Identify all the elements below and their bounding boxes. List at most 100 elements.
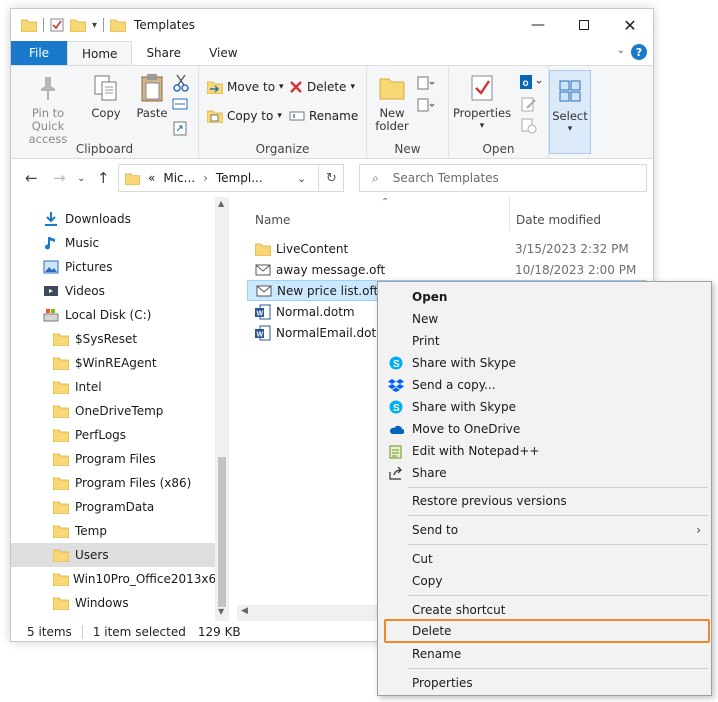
nav-item[interactable]: Music (11, 231, 215, 255)
menu-share-skype[interactable]: S Share with Skype (378, 352, 711, 374)
nav-item[interactable]: Downloads (11, 207, 215, 231)
back-button[interactable]: ← (25, 169, 38, 187)
nav-item[interactable]: Temp (11, 519, 215, 543)
nav-item[interactable]: ProgramData (11, 495, 215, 519)
nav-scrollbar-thumb[interactable] (218, 457, 226, 607)
menu-properties[interactable]: Properties (378, 672, 711, 694)
nav-item[interactable]: Users (11, 543, 215, 567)
menu-separator (408, 487, 708, 488)
new-item-icon[interactable] (417, 76, 435, 90)
minimize-button[interactable]: — (515, 9, 561, 41)
tab-file[interactable]: File (11, 41, 67, 65)
copy-to-button[interactable]: Copy to ▾ (207, 109, 282, 123)
select-label: Select (552, 109, 588, 123)
column-date-modified[interactable]: Date modified (516, 213, 601, 227)
chevron-down-icon: ▾ (279, 82, 284, 92)
paste-shortcut-icon[interactable] (173, 120, 187, 136)
file-row[interactable]: away message.oft 10/18/2023 2:00 PM (247, 259, 647, 280)
easy-access-icon[interactable] (417, 98, 435, 112)
menu-share[interactable]: Share (378, 462, 711, 484)
file-row[interactable]: LiveContent 3/15/2023 2:32 PM (247, 238, 647, 259)
nav-scrollbar[interactable]: ▲ ▼ (215, 197, 229, 621)
nav-item-label: Program Files (75, 452, 156, 466)
nav-item[interactable]: Program Files (x86) (11, 471, 215, 495)
scroll-down-icon[interactable]: ▼ (218, 607, 224, 616)
scroll-left-icon[interactable]: ◀ (241, 606, 248, 616)
nav-item[interactable]: Win10Pro_Office2013x64 (11, 567, 224, 591)
outlook-open-icon[interactable]: o (519, 74, 545, 90)
nav-item[interactable]: Videos (11, 279, 215, 303)
help-icon[interactable]: ? (631, 44, 647, 60)
cut-icon[interactable] (173, 74, 189, 92)
menu-copy[interactable]: Copy (378, 570, 711, 592)
nav-item[interactable]: Windows (11, 591, 215, 615)
tab-view[interactable]: View (195, 41, 251, 65)
nav-item[interactable]: Local Disk (C:) (11, 303, 215, 327)
search-box[interactable]: ⌕ Search Templates (359, 164, 647, 192)
menu-move-onedrive[interactable]: Move to OneDrive (378, 418, 711, 440)
menu-send-copy[interactable]: Send a copy... (378, 374, 711, 396)
nav-item[interactable]: PerfLogs (11, 423, 215, 447)
edit-icon[interactable] (521, 96, 537, 112)
address-bar[interactable]: « Mic... › Templ... ⌄ (118, 164, 344, 192)
nav-item[interactable]: Intel (11, 375, 215, 399)
rename-ribbon-button[interactable]: Rename (289, 109, 358, 123)
menu-print[interactable]: Print (378, 330, 711, 352)
menu-cut[interactable]: Cut (378, 548, 711, 570)
nav-item-label: Intel (75, 380, 102, 394)
folder-icon (53, 548, 71, 562)
nav-item[interactable]: Program Files (11, 447, 215, 471)
properties-button[interactable]: Properties ▾ (453, 72, 511, 133)
customize-qa-icon[interactable]: ▾ (92, 20, 97, 31)
paste-button[interactable]: Paste (131, 72, 173, 120)
breadcrumb-templ[interactable]: Templ... (216, 171, 263, 185)
organize-group: Move to ▾ Copy to ▾ Delete ▾ Rename Orga… (199, 66, 367, 158)
menu-edit-notepad[interactable]: Edit with Notepad++ (378, 440, 711, 462)
breadcrumb-overflow[interactable]: « (148, 171, 155, 185)
close-button[interactable]: ✕ (607, 9, 653, 41)
chevron-down-icon[interactable]: ⌄ (297, 172, 306, 185)
nav-item[interactable]: OneDriveTemp (11, 399, 215, 423)
menu-send-to[interactable]: Send to › (378, 519, 711, 541)
select-button[interactable]: Select ▾ (549, 70, 591, 154)
nav-item[interactable]: Pictures (11, 255, 215, 279)
properties-check-icon[interactable] (50, 18, 64, 32)
menu-print-label: Print (412, 334, 440, 348)
menu-separator (408, 595, 708, 596)
menu-separator (408, 544, 708, 545)
menu-share-skype-2[interactable]: S Share with Skype (378, 396, 711, 418)
new-folder-icon[interactable] (70, 18, 86, 32)
recent-locations-button[interactable]: ⌄ (77, 173, 85, 184)
nav-item[interactable]: $WinREAgent (11, 351, 215, 375)
menu-open[interactable]: Open (378, 286, 711, 308)
menu-create-shortcut[interactable]: Create shortcut (378, 599, 711, 621)
copy-path-icon[interactable] (172, 98, 188, 110)
copy-button[interactable]: Copy (85, 72, 127, 120)
menu-cut-label: Cut (412, 552, 433, 566)
menu-new[interactable]: New (378, 308, 711, 330)
nav-item[interactable]: $SysReset (11, 327, 215, 351)
menu-rename[interactable]: Rename (378, 643, 711, 665)
history-icon[interactable] (521, 118, 537, 134)
file-date: 10/18/2023 2:00 PM (515, 262, 637, 277)
maximize-button[interactable] (561, 9, 607, 41)
chevron-down-icon[interactable]: ⌄ (617, 45, 625, 56)
up-button[interactable]: ↑ (97, 169, 110, 187)
menu-restore-versions[interactable]: Restore previous versions (378, 490, 711, 512)
word-icon: W (255, 304, 273, 320)
refresh-button[interactable]: ↻ (318, 164, 344, 192)
tab-home[interactable]: Home (67, 41, 133, 65)
column-name[interactable]: Name (255, 213, 290, 227)
column-separator[interactable] (509, 197, 510, 231)
breadcrumb-mic[interactable]: Mic... (163, 171, 195, 185)
new-folder-button[interactable]: New folder (373, 72, 411, 133)
menu-delete[interactable]: Delete (384, 619, 710, 643)
delete-ribbon-button[interactable]: Delete ▾ (289, 80, 355, 94)
chevron-down-icon: ▾ (567, 124, 573, 134)
move-to-button[interactable]: Move to ▾ (207, 80, 284, 94)
tab-share[interactable]: Share (132, 41, 195, 65)
nav-item-label: Win10Pro_Office2013x64 (73, 572, 224, 586)
forward-button[interactable]: → (53, 169, 66, 187)
scroll-up-icon[interactable]: ▲ (218, 199, 224, 208)
pin-quick-access-button[interactable]: Pin to Quick access (17, 72, 79, 146)
